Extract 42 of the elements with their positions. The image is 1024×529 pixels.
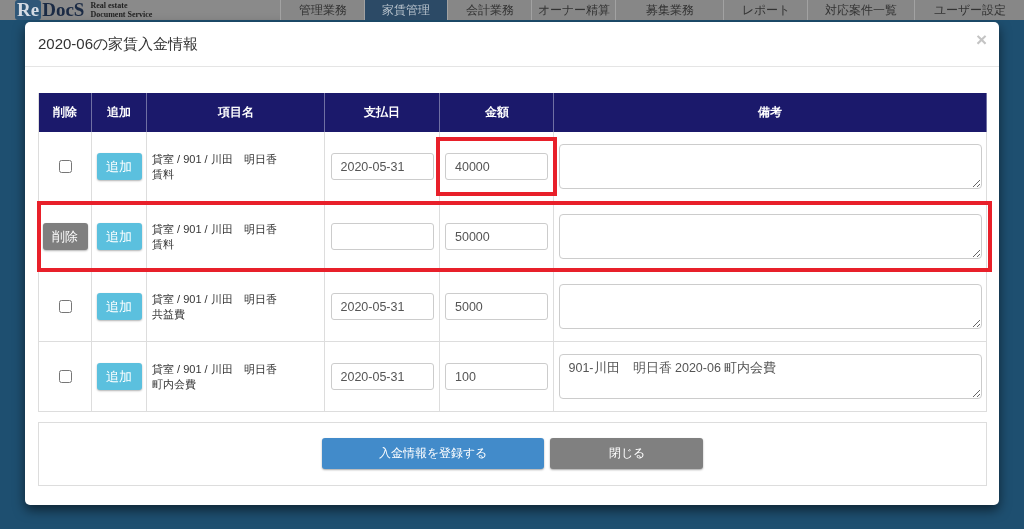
add-button[interactable]: 追加 (96, 153, 142, 180)
column-header: 削除 (39, 93, 92, 132)
logo-tagline: Document Service (90, 10, 153, 19)
payment-date-input[interactable]: 2020-05-31 (330, 363, 434, 390)
amount-input[interactable]: 50000 (445, 223, 548, 250)
item-type-text: 賃料 (152, 166, 174, 182)
column-header: 追加 (92, 93, 147, 132)
item-path-text: 貸室 / 901 / 川田 明日香 (152, 151, 277, 167)
item-type-text: 賃料 (152, 236, 174, 252)
remarks-textarea[interactable]: 901-川田 明日香 2020-06 町内会費 (558, 354, 982, 399)
remarks-textarea[interactable] (558, 214, 982, 259)
delete-checkbox[interactable] (58, 160, 72, 173)
column-header: 備考 (554, 93, 987, 132)
column-header: 金額 (440, 93, 554, 132)
add-button[interactable]: 追加 (96, 223, 142, 250)
payment-date-input[interactable]: 2020-05-31 (330, 293, 434, 320)
logo-wordmark: DocS (42, 0, 85, 20)
column-header: 項目名 (147, 93, 325, 132)
remarks-textarea[interactable] (558, 284, 982, 329)
payment-date-input[interactable]: 2020-05-31 (330, 153, 434, 180)
nav-tab[interactable]: 家賃管理 (364, 0, 447, 20)
footer-button[interactable]: 入金情報を登録する (322, 437, 544, 469)
logo-mark: Re (15, 0, 42, 20)
item-type-text: 共益費 (152, 306, 185, 322)
item-type-text: 町内会費 (152, 376, 196, 392)
column-header: 支払日 (325, 93, 440, 132)
remarks-textarea[interactable] (558, 144, 982, 189)
modal-title: 2020-06の家賃入金情報 (38, 34, 199, 54)
delete-checkbox[interactable] (58, 300, 72, 313)
item-path-text: 貸室 / 901 / 川田 明日香 (152, 361, 277, 377)
item-path-text: 貸室 / 901 / 川田 明日香 (152, 221, 277, 237)
item-path-text: 貸室 / 901 / 川田 明日香 (152, 291, 277, 307)
delete-checkbox[interactable] (58, 370, 72, 383)
add-button[interactable]: 追加 (96, 363, 142, 390)
amount-input[interactable]: 100 (445, 363, 548, 390)
logo-tagline: Real estate (90, 1, 129, 10)
add-button[interactable]: 追加 (96, 293, 142, 320)
amount-input[interactable]: 5000 (445, 293, 548, 320)
payment-date-input[interactable] (330, 223, 434, 250)
footer-button[interactable]: 閉じる (550, 437, 703, 469)
amount-input[interactable]: 40000 (445, 153, 548, 180)
delete-button[interactable]: 削除 (42, 223, 88, 250)
